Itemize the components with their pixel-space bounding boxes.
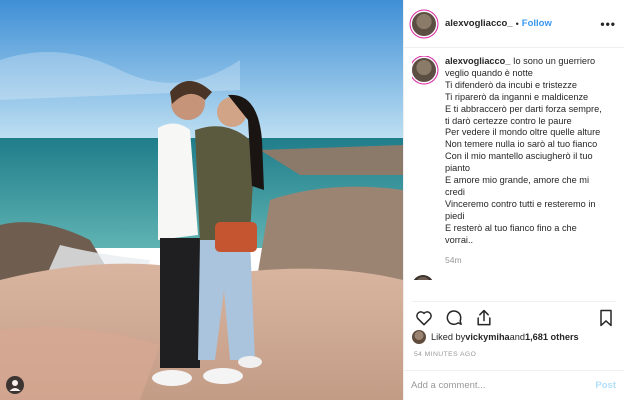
comments-list[interactable]: alexvogliacco_ Io sono un guerriero vegl… — [412, 56, 618, 280]
likes-prefix: Liked by — [431, 332, 466, 342]
caption-line: Ti difenderò da incubi e tristezze — [445, 79, 577, 90]
beach-couple-image — [0, 0, 403, 400]
caption: alexvogliacco_ Io sono un guerriero vegl… — [412, 56, 618, 266]
posted-time[interactable]: 54 MINUTES AGO — [414, 351, 476, 358]
caption-line: vorrai.. — [445, 234, 474, 245]
caption-username[interactable]: alexvogliacco_ — [445, 56, 510, 66]
caption-avatar[interactable] — [412, 58, 436, 82]
caption-line: pianto — [445, 163, 471, 174]
caption-line: Ti riparerò da inganni e maldicenze — [445, 91, 589, 102]
comment-row: alessandrotripaldelli ✓ ♥ ♥ ♥ — [412, 275, 618, 280]
likes-and: and — [509, 332, 526, 342]
author-avatar[interactable] — [412, 11, 436, 36]
tagged-user-icon[interactable] — [6, 376, 24, 394]
likes-summary: Liked by vickymiha and 1,681 others — [412, 330, 579, 344]
separator-dot: • — [515, 18, 519, 29]
heart-outline-icon[interactable] — [414, 308, 434, 328]
caption-line: E amore mio grande, amore che mi — [445, 175, 589, 186]
post-comment-button[interactable]: Post — [595, 380, 616, 391]
comment-icon[interactable] — [444, 308, 464, 328]
caption-line: piedi — [445, 210, 465, 221]
likes-count[interactable]: 1,681 others — [525, 332, 579, 342]
share-icon[interactable] — [474, 308, 494, 328]
caption-line: ti darò certezze contro le paure — [445, 115, 572, 126]
liker-username[interactable]: vickymiha — [465, 332, 509, 342]
action-bar — [412, 301, 616, 328]
author-username[interactable]: alexvogliacco_ — [445, 18, 513, 29]
add-comment-bar: Add a comment... Post — [403, 370, 624, 400]
liker-avatar[interactable] — [412, 330, 426, 344]
caption-line: E resterò al tuo fianco fino a che — [445, 222, 577, 233]
bookmark-icon[interactable] — [596, 308, 616, 328]
caption-text: alexvogliacco_ Io sono un guerriero vegl… — [445, 56, 602, 266]
caption-line: Io sono un guerriero — [512, 56, 596, 66]
post-panel: alexvogliacco_ • Follow ••• alexvogliacc… — [403, 0, 624, 400]
caption-line: Con il mio mantello asciugherò il tuo — [445, 151, 593, 162]
caption-line: Non temere nulla io sarò al tuo fianco — [445, 139, 598, 150]
caption-line: credi — [445, 186, 465, 197]
caption-time[interactable]: 54m — [445, 255, 602, 267]
caption-line: Vinceremo contro tutti e resteremo in — [445, 198, 596, 209]
post-header: alexvogliacco_ • Follow ••• — [404, 0, 624, 48]
post-photo[interactable] — [0, 0, 403, 400]
comment-input[interactable]: Add a comment... — [411, 380, 595, 391]
more-options-icon[interactable]: ••• — [600, 17, 616, 31]
commenter-avatar[interactable] — [412, 275, 434, 280]
caption-line: veglio quando è notte — [445, 67, 533, 78]
caption-line: Per vedere il mondo oltre quelle alture — [445, 127, 601, 138]
follow-button[interactable]: Follow — [522, 18, 552, 29]
caption-line: E ti abbraccerò per darti forza sempre, — [445, 103, 602, 114]
